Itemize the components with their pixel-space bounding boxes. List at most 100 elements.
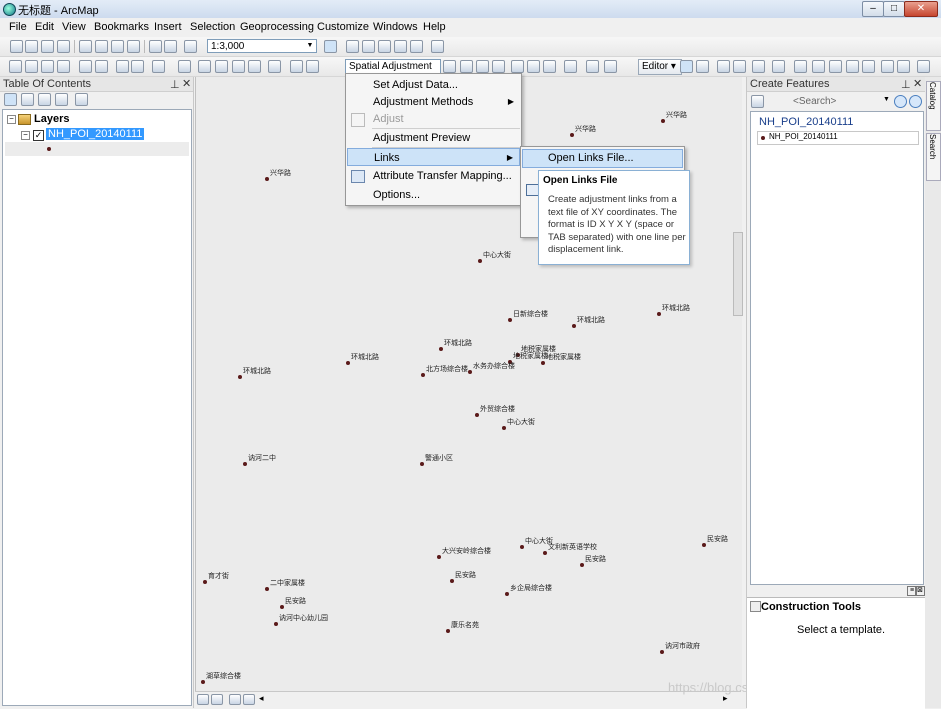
menu-customize[interactable]: Customize (317, 21, 369, 33)
hyperlink-icon[interactable] (232, 60, 245, 73)
cut-icon[interactable] (79, 40, 92, 53)
chevron-down-icon[interactable]: ▼ (883, 96, 890, 103)
editor-toolbar-icon[interactable] (324, 40, 337, 53)
menu-view[interactable]: View (62, 21, 86, 33)
collapse-icon[interactable]: − (7, 115, 16, 124)
menu-adjust[interactable]: Adjust (347, 110, 520, 128)
menu-set-adjust-data[interactable]: Set Adjust Data... (347, 76, 520, 94)
select-features-icon[interactable] (152, 60, 165, 73)
python-icon[interactable] (394, 40, 407, 53)
view-link-table-icon[interactable] (564, 60, 577, 73)
create-features-icon[interactable] (917, 60, 930, 73)
zoom-out-icon[interactable] (25, 60, 38, 73)
close-icon[interactable]: ✕ (182, 77, 191, 91)
point-icon[interactable] (772, 60, 785, 73)
layer-name[interactable]: NH_POI_20140111 (46, 128, 145, 140)
edit-annotation-icon[interactable] (696, 60, 709, 73)
pan-icon[interactable] (41, 60, 54, 73)
collapse-icon[interactable]: − (21, 131, 30, 140)
layer-visibility-checkbox[interactable]: ✓ (33, 130, 44, 141)
multiple-displacement-icon[interactable] (492, 60, 505, 73)
new-document-icon[interactable] (10, 40, 23, 53)
end-point-arc-icon[interactable] (733, 60, 746, 73)
editor-menu-button[interactable]: Editor ▾ (638, 59, 682, 75)
clear-search-icon[interactable] (909, 95, 922, 108)
full-extent-icon[interactable] (57, 60, 70, 73)
template-search-input[interactable]: <Search> (771, 95, 891, 108)
open-icon[interactable] (25, 40, 38, 53)
search-icon[interactable] (894, 95, 907, 108)
edge-match-icon[interactable] (586, 60, 599, 73)
back-extent-icon[interactable] (116, 60, 129, 73)
map-scale-combo[interactable]: 1:3,000 ▼ (207, 39, 317, 53)
straight-segment-icon[interactable] (717, 60, 730, 73)
undo-icon[interactable] (149, 40, 162, 53)
menu-open-links-file[interactable]: Open Links File... (522, 149, 683, 168)
arctoolbox-icon[interactable] (378, 40, 391, 53)
menu-edit[interactable]: Edit (35, 21, 54, 33)
toc-options-icon[interactable] (75, 93, 88, 106)
select-link-icon[interactable] (443, 60, 456, 73)
trace-icon[interactable] (752, 60, 765, 73)
search-window-icon[interactable] (410, 40, 423, 53)
pin-icon[interactable]: ⊥ (170, 78, 180, 92)
list-by-selection-icon[interactable] (55, 93, 68, 106)
new-limited-area-icon[interactable] (511, 60, 524, 73)
chevron-down-icon[interactable]: ▼ (305, 41, 315, 51)
menu-help[interactable]: Help (423, 21, 446, 33)
delete-icon[interactable] (127, 40, 140, 53)
paste-icon[interactable] (111, 40, 124, 53)
template-item[interactable]: NH_POI_20140111 (757, 131, 919, 145)
layout-view-icon[interactable] (211, 694, 223, 705)
model-builder-icon[interactable] (431, 40, 444, 53)
close-icon[interactable]: ✕ (913, 77, 922, 91)
edit-tool-icon[interactable] (680, 60, 693, 73)
clear-selection-icon[interactable] (178, 60, 191, 73)
measure-icon[interactable] (268, 60, 281, 73)
menu-geoprocessing[interactable]: Geoprocessing (240, 21, 314, 33)
identify-icon[interactable] (215, 60, 228, 73)
layer-symbol-row[interactable] (5, 142, 189, 156)
minimize-button[interactable]: – (862, 1, 884, 17)
close-button[interactable]: ✕ (904, 1, 938, 17)
zoom-in-icon[interactable] (9, 60, 22, 73)
menu-windows[interactable]: Windows (373, 21, 418, 33)
cut-polygons-icon[interactable] (829, 60, 842, 73)
menu-adjustment-methods[interactable]: Adjustment Methods ▶ (347, 93, 520, 111)
map-splitter-handle[interactable] (733, 232, 743, 316)
catalog-tab[interactable]: Catalog (926, 81, 941, 131)
list-by-visibility-icon[interactable] (38, 93, 51, 106)
menu-insert[interactable]: Insert (154, 21, 182, 33)
table-icon[interactable] (346, 40, 359, 53)
organize-templates-icon[interactable] (751, 95, 764, 108)
redo-icon[interactable] (164, 40, 177, 53)
menu-options[interactable]: Options... (347, 186, 520, 204)
menu-bookmarks[interactable]: Bookmarks (94, 21, 149, 33)
modify-link-icon[interactable] (476, 60, 489, 73)
find-icon[interactable] (290, 60, 303, 73)
attributes-icon[interactable] (881, 60, 894, 73)
fixed-zoom-in-icon[interactable] (79, 60, 92, 73)
split-icon[interactable] (846, 60, 859, 73)
maximize-button[interactable]: □ (883, 1, 905, 17)
menu-selection[interactable]: Selection (190, 21, 235, 33)
collapse-panel-button[interactable]: ⊠ (915, 586, 925, 596)
clear-limited-area-icon[interactable] (527, 60, 540, 73)
forward-extent-icon[interactable] (131, 60, 144, 73)
scroll-left-icon[interactable]: ◂ (259, 693, 264, 704)
list-by-source-icon[interactable] (21, 93, 34, 106)
pause-drawing-icon[interactable] (243, 694, 255, 705)
print-icon[interactable] (57, 40, 70, 53)
sketch-properties-icon[interactable] (897, 60, 910, 73)
pin-icon[interactable]: ⊥ (901, 78, 911, 92)
add-data-icon[interactable] (184, 40, 197, 53)
menu-adjustment-preview[interactable]: Adjustment Preview (347, 129, 520, 147)
catalog-icon[interactable] (362, 40, 375, 53)
layers-label[interactable]: Layers (34, 113, 69, 125)
save-icon[interactable] (41, 40, 54, 53)
menu-links[interactable]: Links ▶ (347, 148, 520, 166)
new-link-icon[interactable] (460, 60, 473, 73)
menu-file[interactable]: File (9, 21, 27, 33)
go-to-xy-icon[interactable] (306, 60, 319, 73)
fixed-zoom-out-icon[interactable] (95, 60, 108, 73)
